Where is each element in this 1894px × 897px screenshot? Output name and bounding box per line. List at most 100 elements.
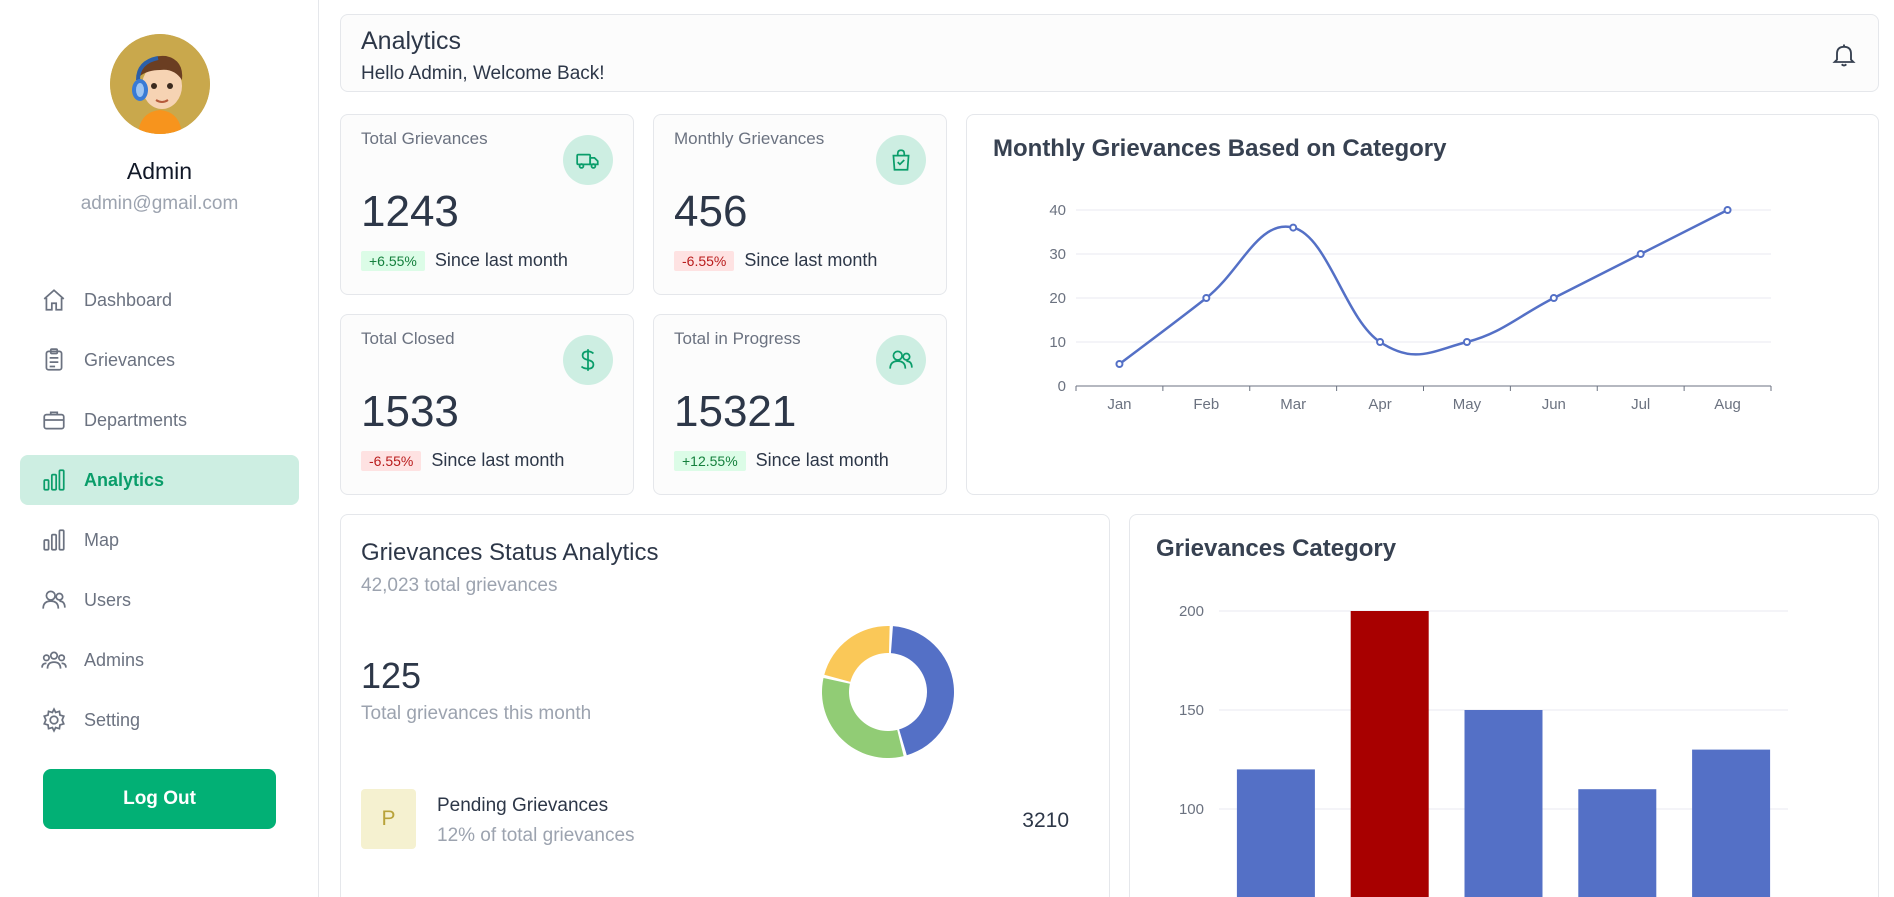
bar-chart-panel: Grievances Category 100 150 200: [1129, 514, 1879, 897]
stat-card-monthly-grievances: Monthly Grievances 456 -6.55% Since last…: [653, 114, 947, 295]
y-tick-label: 10: [1049, 334, 1066, 351]
stat-note: Since last month: [744, 250, 878, 270]
x-tick-label: Aug: [1714, 396, 1741, 413]
pending-badge: P: [361, 789, 416, 849]
line-chart-panel: Monthly Grievances Based on Category 0 10…: [966, 114, 1879, 495]
donut-slice[interactable]: [890, 626, 954, 756]
change-badge: -6.55%: [361, 450, 422, 471]
data-point[interactable]: [1549, 294, 1558, 302]
x-tick-label: May: [1453, 396, 1482, 413]
line-chart: 0 10 20 30 40 Jan Feb Mar Apr May Jun Jul Aug: [1049, 202, 1772, 413]
logout-button[interactable]: Log Out: [43, 769, 276, 829]
bar-chart-icon: [40, 526, 68, 554]
stat-card-total-in-progress: Total in Progress 15321 +12.55% Since la…: [653, 314, 947, 495]
sidebar-item-label: Grievances: [84, 349, 176, 370]
y-tick-label: 30: [1049, 246, 1066, 263]
briefcase-icon: [40, 406, 68, 434]
sidebar-item-departments[interactable]: Departments: [20, 395, 299, 445]
data-point[interactable]: [1202, 294, 1211, 302]
donut-chart: [822, 626, 954, 758]
stat-card-total-grievances: Total Grievances 1243 +6.55% Since last …: [340, 114, 634, 295]
stat-note: Since last month: [755, 450, 889, 470]
x-tick-label: Jun: [1542, 396, 1566, 413]
x-tick-label: Jan: [1107, 396, 1131, 413]
stat-card-total-closed: Total Closed 1533 -6.55% Since last mont…: [340, 314, 634, 495]
sidebar-item-label: Setting: [84, 709, 141, 730]
series-line: [1118, 208, 1729, 365]
stat-footer: -6.55% Since last month: [361, 450, 564, 471]
stat-value: 1243: [361, 187, 459, 236]
page-title: Analytics: [361, 27, 462, 55]
data-point[interactable]: [1376, 338, 1385, 346]
y-tick-label: 0: [1058, 378, 1066, 395]
month-count: 125: [361, 655, 422, 696]
y-tick-label: 150: [1179, 702, 1204, 719]
change-badge: +12.55%: [674, 450, 746, 471]
bar-chart-icon: [40, 466, 68, 494]
avatar[interactable]: [110, 34, 210, 134]
pending-value: 3210: [1022, 809, 1069, 832]
x-tick-label: Jul: [1631, 396, 1650, 413]
sidebar-item-admins[interactable]: Admins: [20, 635, 299, 685]
sidebar-item-users[interactable]: Users: [20, 575, 299, 625]
truck-icon: [563, 135, 613, 185]
page-header: Analytics Hello Admin, Welcome Back!: [340, 14, 1879, 92]
data-point[interactable]: [1462, 338, 1471, 346]
change-badge: +6.55%: [361, 250, 425, 271]
bar[interactable]: [1236, 769, 1315, 897]
bar-chart: 100 150 200: [1179, 603, 1788, 897]
group-icon: [40, 646, 68, 674]
status-subtitle: 42,023 total grievances: [361, 575, 558, 596]
x-tick-label: Apr: [1368, 396, 1391, 413]
sidebar-item-analytics[interactable]: Analytics: [20, 455, 299, 505]
data-point[interactable]: [1723, 206, 1732, 214]
change-badge: -6.55%: [674, 250, 735, 271]
stat-title: Total in Progress: [674, 329, 801, 348]
avatar-image: [110, 34, 210, 134]
x-tick-label: Feb: [1193, 396, 1219, 413]
sidebar-item-setting[interactable]: Setting: [20, 695, 299, 745]
donut-slice[interactable]: [822, 678, 904, 758]
stat-value: 1533: [361, 387, 459, 436]
stat-value: 15321: [674, 387, 797, 436]
sidebar: Admin admin@gmail.com Dashboard Grievanc…: [0, 0, 319, 897]
sidebar-item-map[interactable]: Map: [20, 515, 299, 565]
users-icon: [40, 586, 68, 614]
bar[interactable]: [1464, 710, 1543, 897]
data-point[interactable]: [1115, 360, 1124, 368]
y-tick-label: 40: [1049, 202, 1066, 219]
stat-note: Since last month: [431, 450, 565, 470]
y-tick-label: 200: [1179, 603, 1204, 620]
sidebar-item-label: Users: [84, 589, 132, 610]
sidebar-item-label: Dashboard: [84, 289, 173, 310]
bar[interactable]: [1692, 749, 1771, 897]
bell-icon[interactable]: [1830, 41, 1858, 69]
stat-title: Total Grievances: [361, 129, 488, 148]
sidebar-item-grievances[interactable]: Grievances: [20, 335, 299, 385]
stat-footer: -6.55% Since last month: [674, 250, 877, 271]
y-tick-label: 100: [1179, 801, 1204, 818]
donut-slice[interactable]: [824, 626, 890, 682]
y-tick-label: 20: [1049, 290, 1066, 307]
clipboard-icon: [40, 346, 68, 374]
pending-subtitle: 12% of total grievances: [437, 825, 635, 846]
sidebar-item-dashboard[interactable]: Dashboard: [20, 275, 299, 325]
data-point[interactable]: [1636, 250, 1645, 258]
sidebar-item-label: Departments: [84, 409, 188, 430]
status-title: Grievances Status Analytics: [361, 539, 659, 566]
stat-title: Monthly Grievances: [674, 129, 825, 148]
welcome-message: Hello Admin, Welcome Back!: [361, 63, 605, 84]
stat-value: 456: [674, 187, 748, 236]
bar[interactable]: [1578, 789, 1657, 897]
sidebar-item-label: Admins: [84, 649, 145, 670]
sidebar-nav: Dashboard Grievances Departments Analyti…: [20, 275, 299, 755]
bag-check-icon: [876, 135, 926, 185]
pending-title: Pending Grievances: [437, 795, 609, 816]
data-point[interactable]: [1289, 223, 1298, 232]
x-tick-label: Mar: [1280, 396, 1306, 413]
bar[interactable]: [1350, 611, 1429, 897]
gear-icon: [40, 706, 68, 734]
dollar-icon: [563, 335, 613, 385]
stat-title: Total Closed: [361, 329, 455, 348]
stat-footer: +12.55% Since last month: [674, 450, 889, 471]
